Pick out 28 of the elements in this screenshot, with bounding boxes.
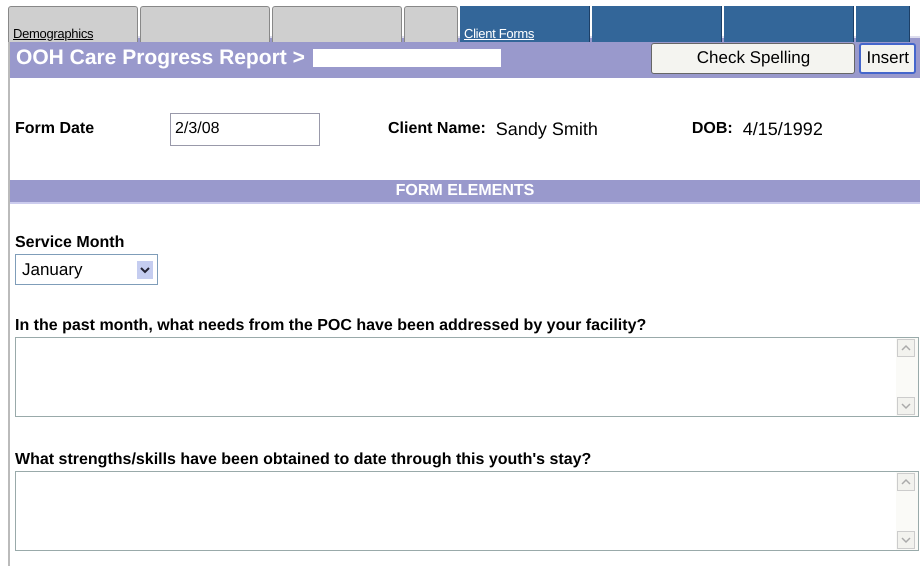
field-label: Form Date <box>15 120 96 138</box>
date-field[interactable]: 2/3/08 <box>170 112 320 146</box>
scroll-up-icon[interactable] <box>897 473 915 491</box>
tab[interactable]: Client Forms <box>460 6 590 42</box>
toolbar-button[interactable]: Insert <box>859 42 916 74</box>
tab[interactable]: Demographics <box>8 6 138 42</box>
page-title: OOH Care Progress Report > <box>16 46 305 70</box>
scrollbar[interactable] <box>896 472 918 550</box>
question-label: What strengths/skills have been obtained to date through this youth's stay? <box>15 451 592 469</box>
toolbar-button[interactable]: Check Spelling <box>651 42 856 74</box>
field-value: Sandy Smith <box>496 118 598 140</box>
tab[interactable] <box>272 6 402 42</box>
scroll-up-icon[interactable] <box>897 339 915 357</box>
month-dropdown[interactable]: January <box>15 254 158 285</box>
scrollbar[interactable] <box>896 338 918 416</box>
text-area[interactable] <box>15 337 919 417</box>
field-label: DOB: <box>692 120 733 138</box>
question-label: In the past month, what needs from the POC have been addressed by your facility? <box>15 317 648 335</box>
field-label: Service Month <box>15 234 126 252</box>
scroll-down-icon[interactable] <box>897 531 915 549</box>
section-header: FORM ELEMENTS <box>10 180 920 204</box>
scroll-down-icon[interactable] <box>897 397 915 415</box>
tab[interactable] <box>404 6 458 42</box>
text-area[interactable] <box>15 471 919 551</box>
tab[interactable] <box>140 6 270 42</box>
field-value: 4/15/1992 <box>742 118 823 140</box>
field-label: Client Name: <box>388 120 486 138</box>
caret-icon <box>137 260 153 278</box>
